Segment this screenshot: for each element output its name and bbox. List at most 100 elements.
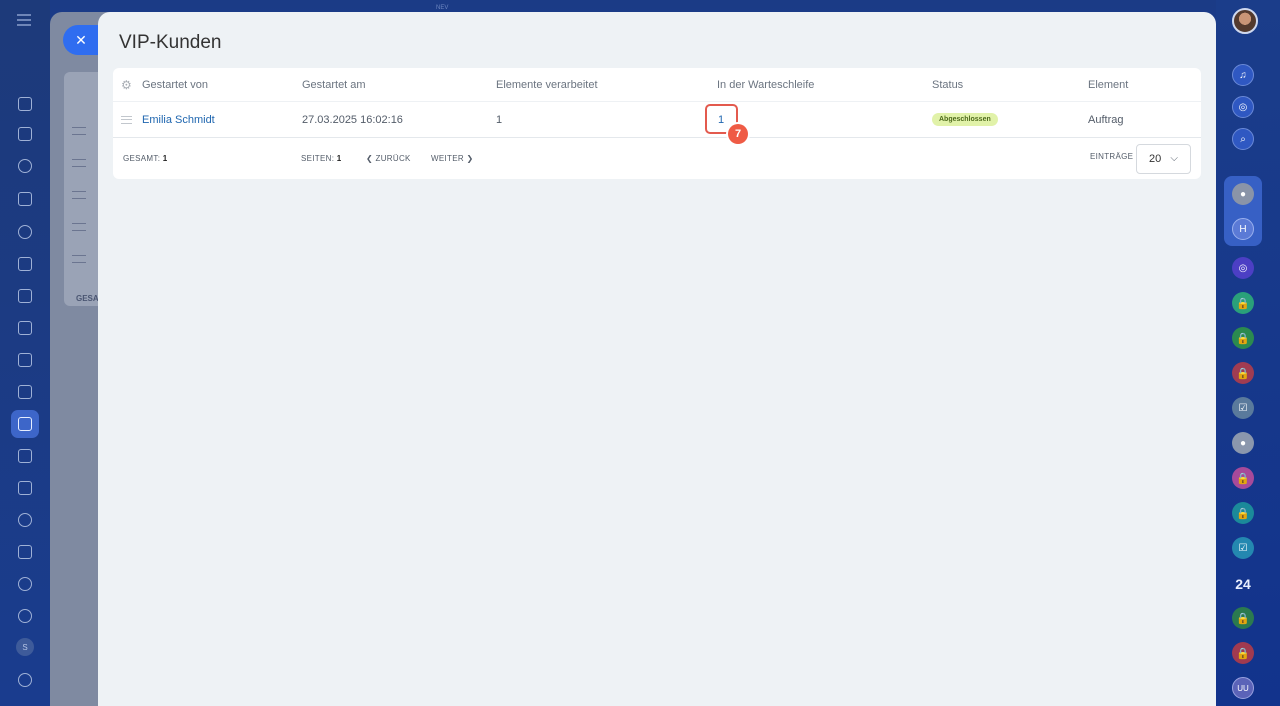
sidebar-icon-calendar[interactable]	[15, 542, 35, 562]
file-icon	[18, 257, 32, 271]
column-header-status[interactable]: Status	[932, 68, 963, 101]
menu-burger-icon[interactable]	[17, 14, 31, 26]
locked-chat-7[interactable]: 🔒	[1232, 642, 1254, 664]
status-badge: Abgeschlossen	[932, 113, 998, 126]
locked-chat-4[interactable]: 🔒	[1232, 467, 1254, 489]
document-icon	[18, 127, 32, 141]
right-sidebar: ♫ ◎ ⌕ ● H ◎ 🔒 🔒 🔒 ☑ ● 🔒 🔒 ☑ 24 🔒 🔒 UU	[1216, 0, 1280, 706]
users-icon	[18, 225, 32, 239]
grid-header: ⚙ Gestartet von Gestartet am Elemente ve…	[113, 68, 1201, 102]
sidebar-icon-settings-target[interactable]	[15, 510, 35, 530]
pages-label: SEITEN:	[301, 154, 335, 163]
background-row-handle-icon	[72, 255, 86, 263]
sidebar-icon-analytics[interactable]	[15, 350, 35, 370]
total-value: 1	[162, 154, 168, 163]
row-drag-handle-icon[interactable]	[121, 116, 132, 124]
contact-avatar[interactable]: ●	[1232, 183, 1254, 205]
spiral-icon: ◎	[1238, 101, 1248, 113]
sidebar-icon-automation[interactable]	[11, 410, 39, 438]
lock-icon: 🔒	[1236, 297, 1250, 310]
contact-chat-spiral[interactable]: ◎	[1232, 257, 1254, 279]
checkbox-icon	[18, 192, 32, 206]
sidebar-icon-settings[interactable]	[15, 670, 35, 690]
gear-icon[interactable]: ⚙	[121, 79, 133, 91]
search-chat-button[interactable]: ⌕	[1232, 128, 1254, 150]
bitrix24-counter[interactable]: 24	[1232, 576, 1254, 594]
sidebar-icon-documents[interactable]	[15, 124, 35, 144]
close-slider-button[interactable]: ✕	[63, 25, 99, 55]
contact-avatar-initials[interactable]: UU	[1232, 677, 1254, 699]
top-label: NEV	[436, 5, 449, 11]
user-avatar[interactable]	[1232, 8, 1258, 34]
sidebar-icon-shop[interactable]	[15, 382, 35, 402]
left-sidebar: S	[0, 0, 50, 706]
background-row-handle-icon	[72, 223, 86, 231]
contact-avatar-2[interactable]: ●	[1232, 432, 1254, 454]
sidebar-icon-edit[interactable]	[15, 446, 35, 466]
processed-value: 1	[496, 113, 503, 126]
grid-footer: GESAMT: 1 SEITEN: 1 ❮ ZURÜCK WEITER ❯ EI…	[113, 138, 1201, 179]
copilot-button[interactable]: ◎	[1232, 96, 1254, 118]
search-chat-icon: ⌕	[1240, 133, 1246, 145]
task-chat-2[interactable]: ☑	[1232, 537, 1254, 559]
lock-icon: 🔒	[1236, 332, 1250, 345]
column-header-element[interactable]: Element	[1088, 68, 1128, 101]
sidebar-icon-chat[interactable]	[15, 156, 35, 176]
task-chat[interactable]: ☑	[1232, 397, 1254, 419]
lock-icon: 🔒	[1236, 507, 1250, 520]
screen-icon	[18, 321, 32, 335]
checkbox-icon: ☑	[1238, 542, 1248, 554]
pages-info: SEITEN: 1	[301, 154, 342, 163]
contact-avatar-initial[interactable]: H	[1232, 218, 1254, 240]
calendar-icon	[18, 545, 32, 559]
sidebar-icon-goals[interactable]	[15, 606, 35, 626]
locked-chat-1[interactable]: 🔒	[1232, 292, 1254, 314]
sidebar-icon-files[interactable]	[15, 254, 35, 274]
prev-page-label: ZURÜCK	[375, 154, 411, 163]
sidebar-icon-activity[interactable]	[15, 94, 35, 114]
column-header-processed[interactable]: Elemente verarbeitet	[496, 68, 598, 101]
sidebar-icon-tasks[interactable]	[15, 189, 35, 209]
sidebar-icon-payments[interactable]	[15, 286, 35, 306]
locked-chat-5[interactable]: 🔒	[1232, 502, 1254, 524]
sidebar-icon-robot[interactable]	[15, 574, 35, 594]
sidebar-icon-cards[interactable]	[15, 478, 35, 498]
next-page-button[interactable]: WEITER ❯	[431, 154, 473, 163]
total-count: GESAMT: 1	[123, 154, 168, 163]
lock-icon: 🔒	[1236, 472, 1250, 485]
spiral-icon: ◎	[1238, 262, 1248, 274]
prev-page-button[interactable]: ❮ ZURÜCK	[366, 154, 411, 163]
close-icon: ✕	[75, 31, 87, 48]
column-header-in-queue[interactable]: In der Warteschleife	[717, 68, 814, 101]
card-icon	[18, 289, 32, 303]
locked-chat-2[interactable]: 🔒	[1232, 327, 1254, 349]
started-by-link[interactable]: Emilia Schmidt	[142, 102, 215, 137]
bell-icon: ♫	[1239, 69, 1247, 81]
next-page-label: WEITER	[431, 154, 464, 163]
pages-value: 1	[336, 154, 342, 163]
person-icon: ●	[1239, 437, 1247, 449]
notifications-button[interactable]: ♫	[1232, 64, 1254, 86]
column-header-started-by[interactable]: Gestartet von	[142, 68, 208, 101]
bar-chart-icon	[18, 353, 32, 367]
sidebar-small-badge[interactable]: S	[16, 638, 34, 656]
page-title: VIP-Kunden	[119, 32, 222, 53]
in-queue-link[interactable]: 1	[718, 114, 724, 126]
background-row-handle-icon	[72, 159, 86, 167]
locked-chat-3[interactable]: 🔒	[1232, 362, 1254, 384]
chevron-down-icon: ⌵	[1170, 153, 1178, 164]
sidebar-icon-contacts[interactable]	[15, 222, 35, 242]
background-total-label: GESA	[76, 294, 99, 303]
background-row-handle-icon	[72, 191, 86, 199]
cart-icon	[18, 385, 32, 399]
robot-icon	[18, 577, 32, 591]
status-cell: Abgeschlossen	[932, 102, 998, 137]
per-page-label: EINTRÄGE	[1090, 152, 1134, 161]
sidebar-icon-screen[interactable]	[15, 318, 35, 338]
locked-chat-6[interactable]: 🔒	[1232, 607, 1254, 629]
per-page-value: 20	[1149, 153, 1162, 165]
column-header-started-at[interactable]: Gestartet am	[302, 68, 366, 101]
table-row: Emilia Schmidt 27.03.2025 16:02:16 1 1 7…	[113, 102, 1201, 144]
edit-document-icon	[18, 449, 32, 463]
per-page-select[interactable]: 20 ⌵	[1136, 144, 1191, 174]
